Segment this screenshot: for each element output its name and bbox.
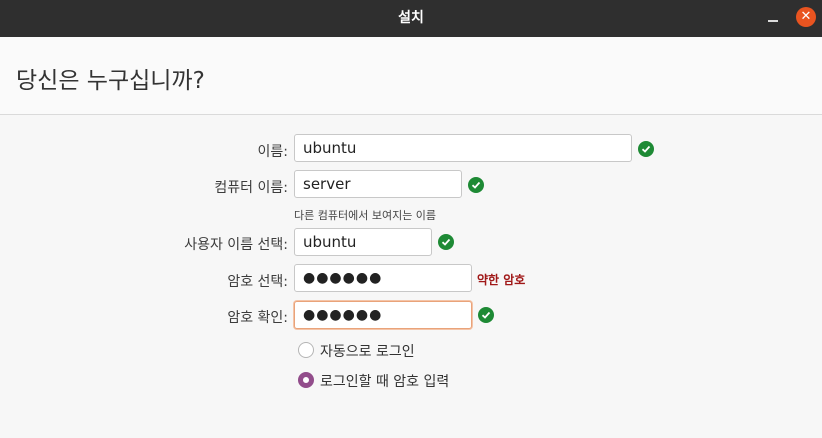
page-header: 당신은 누구십니까? [0, 37, 822, 115]
confirm-password-label: 암호 확인: [227, 310, 288, 326]
window-title: 설치 [398, 10, 424, 26]
require-password-label: 로그인할 때 암호 입력 [320, 374, 450, 390]
name-input[interactable]: ubuntu [294, 134, 632, 162]
auto-login-radio[interactable] [298, 342, 314, 358]
close-button[interactable]: ✕ [796, 7, 816, 27]
user-form: 이름: ubuntu 컴퓨터 이름: server 다른 컴퓨터에서 보여지는 … [0, 114, 822, 438]
computer-name-label: 컴퓨터 이름: [214, 180, 288, 196]
confirm-password-valid-check-icon [478, 307, 494, 323]
require-password-radio[interactable] [298, 372, 314, 388]
password-label: 암호 선택: [227, 274, 288, 290]
password-strength-indicator: 약한 암호 [477, 273, 526, 287]
username-input[interactable]: ubuntu [294, 228, 432, 256]
name-label: 이름: [257, 144, 288, 160]
window-titlebar: 설치 ✕ [0, 0, 822, 37]
username-valid-check-icon [438, 234, 454, 250]
confirm-password-input[interactable]: ●●●●●● [294, 301, 472, 329]
username-label: 사용자 이름 선택: [184, 237, 288, 253]
minimize-button[interactable] [762, 8, 784, 30]
computer-name-hint: 다른 컴퓨터에서 보여지는 이름 [294, 209, 437, 222]
password-input[interactable]: ●●●●●● [294, 264, 472, 292]
computer-name-input[interactable]: server [294, 170, 462, 198]
name-valid-check-icon [638, 141, 654, 157]
auto-login-label: 자동으로 로그인 [320, 344, 415, 360]
computer-name-valid-check-icon [468, 177, 484, 193]
page-title: 당신은 누구십니까? [16, 68, 205, 94]
